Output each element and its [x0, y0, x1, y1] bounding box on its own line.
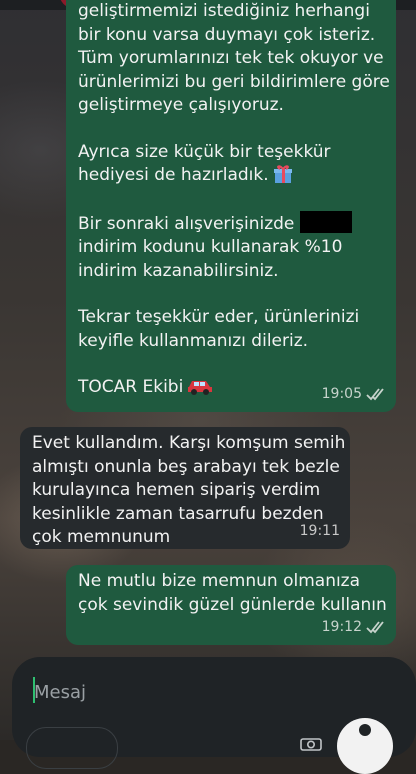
text-cursor — [33, 677, 35, 703]
message-line: Ne mutlu bize memnun olmanıza — [78, 571, 361, 591]
message-paragraph: Tekrar teşekkür eder, ürünlerinizi keyif… — [78, 306, 384, 353]
message-line: kesinlikle zaman tasarrufu bezden — [32, 503, 324, 524]
message-line: Ayrıca size küçük bir teşekkür — [78, 141, 331, 162]
message-input[interactable] — [32, 671, 336, 713]
message-line: Bir sonraki alışverişinizde — [78, 210, 384, 237]
message-text: Evet kullandım. Karşı komşum semih almış… — [32, 432, 346, 550]
message-time: 19:11 — [299, 522, 340, 539]
camera-icon[interactable] — [300, 735, 322, 751]
message-paragraph: geliştirmemizi istediğiniz herhangi bir … — [78, 0, 390, 118]
mic-icon — [359, 724, 371, 736]
message-text: geliştirmemizi istediğiniz herhangi bir … — [78, 0, 390, 400]
message-bubble-incoming[interactable]: Evet kullandım. Karşı komşum semih almış… — [20, 427, 350, 549]
message-line: çok memnunum — [32, 527, 171, 547]
message-line: keyifle kullanmanızı dileriz. — [78, 330, 309, 351]
message-meta: 19:05 — [322, 383, 386, 407]
car-icon — [187, 377, 213, 395]
message-line: indirim kazanabilirsiniz. — [78, 260, 279, 281]
message-line: almıştı onunla beş arabayı tek bezle — [32, 456, 340, 477]
message-line: geliştirmemizi istediğiniz herhangi — [78, 1, 370, 21]
message-line: Tekrar teşekkür eder, ürünlerinizi — [78, 307, 360, 327]
message-paragraph: Bir sonraki alışverişinizde indirim kodu… — [78, 210, 384, 284]
message-paragraph: Ayrıca size küçük bir teşekkür hediyesi … — [78, 141, 384, 188]
message-line: geliştirmeye çalışıyoruz. — [78, 95, 284, 115]
message-text: Ne mutlu bize memnun olmanıza çok sevind… — [78, 570, 388, 617]
mic-button[interactable] — [337, 718, 393, 774]
message-meta: 19:11 — [300, 520, 340, 544]
message-line-text: Bir sonraki alışverişinizde — [78, 213, 295, 234]
message-line: çok sevindik güzel günlerde kullanın — [78, 594, 387, 615]
message-line: bir konu varsa duymayı çok isteriz. — [78, 24, 376, 45]
message-bubble-outgoing[interactable]: Ne mutlu bize memnun olmanıza çok sevind… — [66, 565, 396, 645]
gift-icon — [273, 164, 293, 184]
message-line-text: hediyesi de hazırladık. — [78, 165, 269, 185]
message-time: 19:05 — [321, 385, 362, 402]
redacted-code — [299, 210, 352, 233]
message-line: hediyesi de hazırladık. — [78, 164, 384, 188]
message-line: Tüm yorumlarınızı tek tek okuyor ve — [78, 48, 384, 68]
double-check-icon — [366, 621, 384, 634]
emoji-button[interactable] — [26, 727, 118, 769]
double-check-icon — [366, 388, 384, 401]
message-line: ürünlerimizi bu geri bildirimlere göre — [78, 71, 390, 92]
message-bubble-outgoing[interactable]: geliştirmemizi istediğiniz herhangi bir … — [66, 0, 396, 412]
message-line: Evet kullandım. Karşı komşum semih — [32, 433, 346, 453]
message-time: 19:12 — [321, 618, 362, 635]
message-line: kurulayınca hemen sipariş verdim — [32, 480, 321, 500]
message-line: indirim kodunu kullanarak %10 — [78, 237, 343, 257]
message-line-text: TOCAR Ekibi — [78, 377, 184, 397]
message-meta: 19:12 — [322, 616, 386, 640]
